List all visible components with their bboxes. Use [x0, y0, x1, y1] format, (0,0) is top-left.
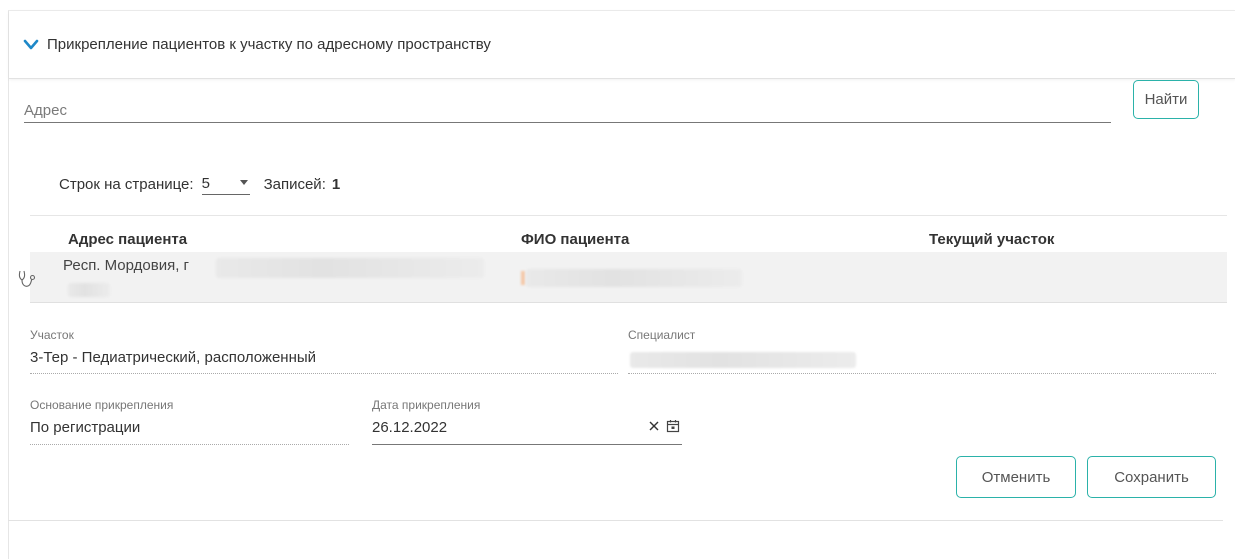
- stethoscope-icon[interactable]: [16, 268, 38, 290]
- area-field[interactable]: Участок 3-Тер - Педиатрический, располож…: [30, 328, 618, 374]
- chevron-down-icon[interactable]: [23, 39, 39, 51]
- address-redacted-2: [68, 283, 110, 297]
- column-header-address[interactable]: Адрес пациента: [68, 231, 187, 248]
- specialist-field[interactable]: Специалист: [628, 328, 1216, 374]
- address-field[interactable]: [24, 88, 1111, 123]
- area-label: Участок: [30, 328, 74, 342]
- specialist-label: Специалист: [628, 328, 696, 342]
- panel-title: Прикрепление пациентов к участку по адре…: [47, 36, 491, 53]
- area-value: 3-Тер - Педиатрический, расположенный: [30, 349, 317, 366]
- basis-label: Основание прикрепления: [30, 398, 174, 412]
- records-count: 1: [331, 175, 341, 193]
- rows-per-page-label: Строк на странице:: [59, 175, 194, 193]
- rows-per-page-select[interactable]: 5: [201, 173, 250, 195]
- date-field[interactable]: Дата прикрепления 26.12.2022: [372, 398, 682, 445]
- fio-redacted: [526, 269, 742, 287]
- column-header-fio[interactable]: ФИО пациента: [521, 231, 629, 248]
- date-value: 26.12.2022: [372, 419, 448, 436]
- fio-redacted-mark: [521, 271, 525, 285]
- calendar-icon[interactable]: [666, 419, 680, 433]
- rows-per-page-value: 5: [201, 175, 210, 192]
- date-label: Дата прикрепления: [372, 398, 481, 412]
- date-controls: [648, 419, 680, 433]
- pager: Строк на странице: 5 Записей: 1: [59, 173, 340, 195]
- panel-header[interactable]: Прикрепление пациентов к участку по адре…: [9, 11, 1235, 79]
- records-label: Записей:: [263, 175, 326, 193]
- address-input[interactable]: [24, 88, 1111, 122]
- table-row[interactable]: Респ. Мордовия, г: [18, 252, 1227, 303]
- table-header: Адрес пациента ФИО пациента Текущий учас…: [30, 215, 1227, 252]
- save-button[interactable]: Сохранить: [1087, 456, 1216, 498]
- address-redacted: [216, 258, 484, 278]
- cancel-button[interactable]: Отменить: [956, 456, 1076, 498]
- basis-value: По регистрации: [30, 419, 141, 436]
- patient-address: Респ. Мордовия, г: [63, 257, 190, 274]
- close-icon[interactable]: [648, 420, 660, 432]
- column-header-current-area[interactable]: Текущий участок: [929, 231, 1054, 248]
- specialist-redacted: [630, 352, 856, 368]
- divider: [8, 520, 1223, 521]
- find-button[interactable]: Найти: [1133, 80, 1199, 119]
- caret-down-icon: [239, 180, 248, 185]
- basis-field[interactable]: Основание прикрепления По регистрации: [30, 398, 349, 445]
